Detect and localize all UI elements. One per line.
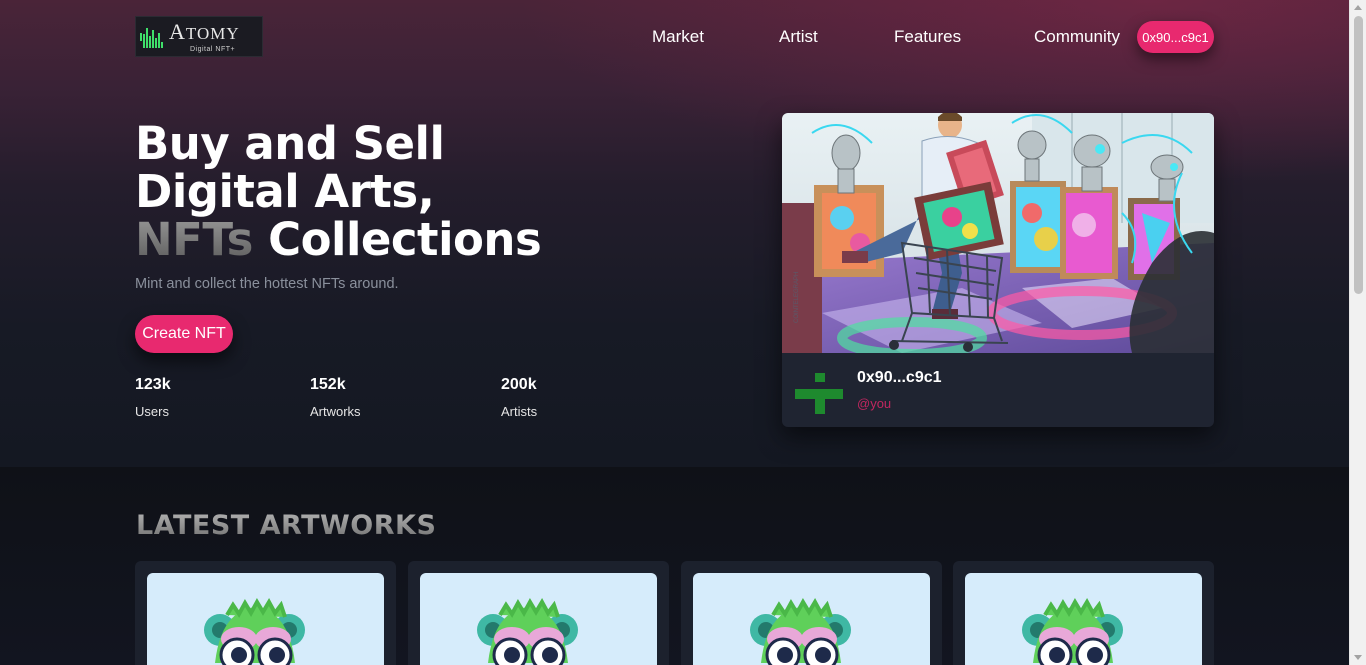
latest-artworks-title: LATEST ARTWORKS: [136, 510, 437, 541]
monster-nft-image: [1022, 597, 1123, 665]
artwork-thumbnail[interactable]: [420, 573, 657, 665]
artwork-card[interactable]: [681, 561, 942, 665]
brand-tagline: Digital NFT+: [190, 46, 236, 53]
stat-users-label: Users: [135, 404, 169, 419]
stat-artists-label: Artists: [501, 404, 538, 419]
stat-artists-value: 200k: [501, 376, 537, 393]
hero-subtitle: Mint and collect the hottest NFTs around…: [135, 276, 399, 292]
owner-avatar[interactable]: [795, 373, 843, 415]
hero-headline: Buy and Sell Digital Arts, NFTs Collecti…: [135, 117, 542, 266]
scroll-down-arrow-icon[interactable]: [1354, 655, 1362, 660]
headline-line-1: Buy and Sell: [135, 117, 445, 170]
stat-artworks-label: Artworks: [310, 404, 361, 419]
nav-link-market[interactable]: Market: [652, 27, 704, 47]
headline-highlight: NFTs: [135, 213, 253, 266]
owner-handle[interactable]: @you: [857, 396, 891, 411]
artwork-thumbnail[interactable]: [693, 573, 930, 665]
stat-artworks-value: 152k: [310, 376, 346, 393]
owner-name[interactable]: 0x90...c9c1: [857, 369, 942, 387]
artwork-thumbnail[interactable]: [147, 573, 384, 665]
scroll-up-arrow-icon[interactable]: [1354, 5, 1362, 10]
artwork-card[interactable]: [953, 561, 1214, 665]
nav-link-features[interactable]: Features: [894, 27, 961, 47]
artwork-card[interactable]: [135, 561, 396, 665]
page-scrollbar[interactable]: [1349, 0, 1366, 665]
brand-name: ATOMY: [169, 19, 240, 44]
create-nft-button[interactable]: Create NFT: [135, 315, 233, 353]
nav-link-artist[interactable]: Artist: [779, 27, 818, 47]
stat-users-value: 123k: [135, 376, 171, 393]
headline-line-3: NFTs Collections: [135, 213, 542, 266]
monster-nft-image: [204, 597, 305, 665]
artwork-thumbnail[interactable]: [965, 573, 1202, 665]
brand-logo[interactable]: ATOMY Digital NFT+: [135, 16, 263, 57]
artwork-card[interactable]: [408, 561, 669, 665]
wallet-button[interactable]: 0x90...c9c1: [1137, 21, 1214, 53]
nav-link-community[interactable]: Community: [1034, 27, 1120, 47]
monster-nft-image: [477, 597, 578, 665]
headline-line-2: Digital Arts,: [135, 165, 435, 218]
monster-nft-image: [750, 597, 851, 665]
featured-artwork-image[interactable]: COINTELEGRAPH: [782, 113, 1214, 353]
scrollbar-thumb[interactable]: [1354, 16, 1363, 294]
soundwave-icon: [140, 26, 164, 48]
headline-line-3-rest: Collections: [252, 213, 542, 266]
art-watermark: COINTELEGRAPH: [794, 272, 800, 323]
featured-nft-card[interactable]: COINTELEGRAPH 0x90...c9c1 @you: [782, 113, 1214, 427]
